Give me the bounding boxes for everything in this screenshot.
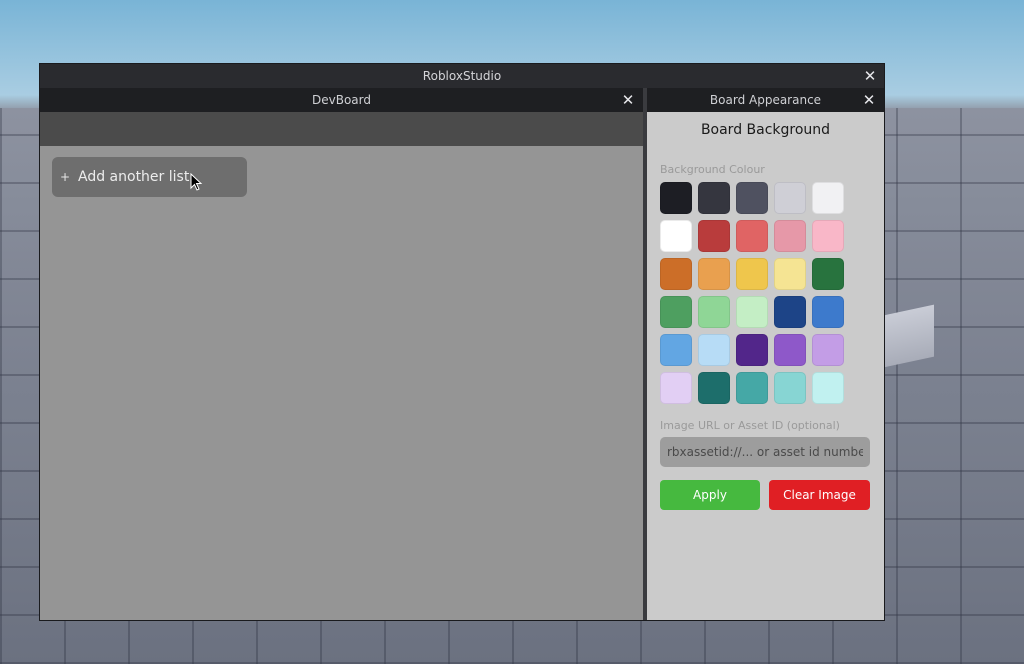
window-titlebar: RobloxStudio ✕: [40, 64, 884, 88]
colour-swatch-21[interactable]: [660, 334, 692, 366]
colour-swatch-14[interactable]: [774, 258, 806, 290]
colour-swatch-15[interactable]: [812, 258, 844, 290]
board-appearance-panel: Board Appearance ✕ Board Background Back…: [647, 88, 884, 620]
image-url-label: Image URL or Asset ID (optional): [660, 419, 840, 432]
colour-swatch-10[interactable]: [812, 220, 844, 252]
appearance-header: Board Appearance ✕: [647, 88, 884, 112]
image-url-input[interactable]: [660, 437, 870, 467]
roblox-studio-window: RobloxStudio ✕ DevBoard ✕ + Add another …: [39, 63, 885, 621]
devboard-title: DevBoard: [312, 93, 371, 107]
plus-icon: +: [60, 170, 71, 184]
add-list-label: Add another list: [78, 169, 190, 185]
devboard-close-icon[interactable]: ✕: [620, 92, 636, 108]
devboard-panel: DevBoard ✕ + Add another list: [40, 88, 643, 620]
colour-swatch-24[interactable]: [774, 334, 806, 366]
colour-swatch-3[interactable]: [736, 182, 768, 214]
colour-swatch-12[interactable]: [698, 258, 730, 290]
appearance-title: Board Appearance: [709, 93, 822, 107]
colour-swatch-16[interactable]: [660, 296, 692, 328]
window-close-icon[interactable]: ✕: [862, 68, 878, 84]
colour-swatch-11[interactable]: [660, 258, 692, 290]
colour-swatch-26[interactable]: [660, 372, 692, 404]
colour-swatch-13[interactable]: [736, 258, 768, 290]
colour-swatch-29[interactable]: [774, 372, 806, 404]
colour-swatch-9[interactable]: [774, 220, 806, 252]
colour-swatch-28[interactable]: [736, 372, 768, 404]
colour-swatch-7[interactable]: [698, 220, 730, 252]
window-title: RobloxStudio: [422, 69, 502, 83]
colour-swatch-19[interactable]: [774, 296, 806, 328]
colour-swatch-23[interactable]: [736, 334, 768, 366]
appearance-close-icon[interactable]: ✕: [861, 92, 877, 108]
colour-swatch-8[interactable]: [736, 220, 768, 252]
colour-swatch-18[interactable]: [736, 296, 768, 328]
add-another-list-button[interactable]: + Add another list: [52, 157, 247, 197]
clear-image-button[interactable]: Clear Image: [769, 480, 870, 510]
part-block: [884, 304, 934, 368]
mouse-cursor-icon: [190, 173, 203, 191]
colour-swatch-30[interactable]: [812, 372, 844, 404]
colour-swatch-2[interactable]: [698, 182, 730, 214]
board-toolbar: [40, 112, 643, 146]
devboard-header: DevBoard ✕: [40, 88, 643, 112]
colour-swatch-1[interactable]: [660, 182, 692, 214]
colour-swatch-grid: [660, 182, 844, 404]
colour-swatch-22[interactable]: [698, 334, 730, 366]
background-colour-label: Background Colour: [660, 163, 765, 176]
colour-swatch-6[interactable]: [660, 220, 692, 252]
board-background-heading: Board Background: [700, 122, 831, 138]
colour-swatch-20[interactable]: [812, 296, 844, 328]
apply-button[interactable]: Apply: [660, 480, 760, 510]
colour-swatch-4[interactable]: [774, 182, 806, 214]
board-canvas: + Add another list: [40, 146, 643, 620]
colour-swatch-25[interactable]: [812, 334, 844, 366]
colour-swatch-5[interactable]: [812, 182, 844, 214]
colour-swatch-17[interactable]: [698, 296, 730, 328]
colour-swatch-27[interactable]: [698, 372, 730, 404]
